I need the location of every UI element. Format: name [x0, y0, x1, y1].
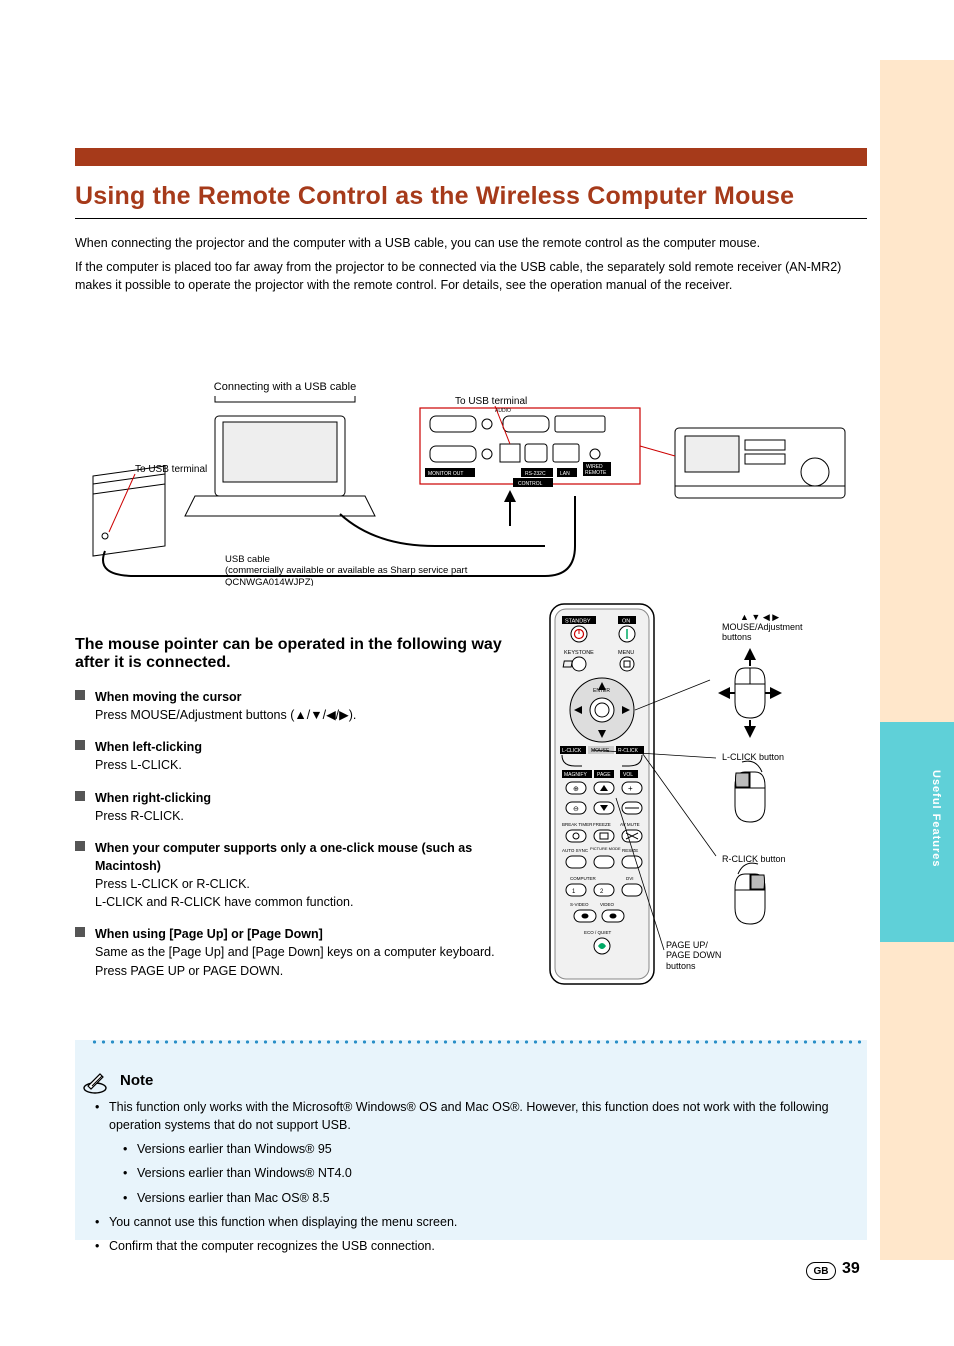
step-right-desc: Press R-CLICK. [95, 809, 184, 823]
note-dots [90, 1040, 862, 1048]
step-page-desc: Same as the [Page Up] and [Page Down] ke… [95, 945, 495, 959]
step-right-label: When right-clicking [95, 791, 211, 805]
projector-icon [675, 428, 845, 498]
svg-text:COMPUTER: COMPUTER [570, 876, 597, 881]
step-left-click: When left-clicking Press L-CLICK. [75, 738, 505, 774]
svg-text:PAGE: PAGE [597, 772, 611, 778]
side-highlight [880, 722, 954, 942]
svg-text:FREEZE: FREEZE [593, 822, 611, 827]
bullet-square-icon [75, 927, 85, 937]
side-tab [880, 60, 954, 1260]
svg-text:KEYSTONE: KEYSTONE [564, 650, 594, 656]
intro-line-2: If the computer is placed too far away f… [75, 258, 867, 294]
diagram-connecting-label: Connecting with a USB cable [214, 381, 356, 393]
svg-text:L-CLICK: L-CLICK [562, 748, 582, 754]
page-number: 39 [842, 1260, 860, 1278]
step-one-button-mouse: When your computer supports only a one-c… [75, 839, 505, 912]
operation-steps: The mouse pointer can be operated in the… [75, 636, 505, 994]
step-onebtn-desc: Press L-CLICK or R-CLICK. [95, 877, 250, 891]
svg-text:PICTURE MODE: PICTURE MODE [590, 846, 621, 851]
bullet-square-icon [75, 740, 85, 750]
svg-text:AV MUTE: AV MUTE [620, 822, 640, 827]
step-page-label: When using [Page Up] or [Page Down] [95, 927, 323, 941]
intro-line-1: When connecting the projector and the co… [75, 234, 867, 252]
svg-text:VOL: VOL [623, 772, 633, 778]
steps-header: The mouse pointer can be operated in the… [75, 636, 505, 672]
svg-text:ENTER: ENTER [593, 688, 610, 694]
svg-text:BREAK TIMER: BREAK TIMER [562, 822, 593, 827]
note-item-2: You cannot use this function when displa… [95, 1213, 847, 1231]
step-move-cursor: When moving the cursor Press MOUSE/Adjus… [75, 688, 505, 724]
svg-text:VIDEO: VIDEO [600, 902, 615, 907]
svg-text:DVI: DVI [626, 876, 634, 881]
svg-text:RESIZE: RESIZE [622, 848, 638, 853]
diagram-usb-cable-note: USB cable (commercially available or ava… [225, 554, 475, 586]
note-item-1: This function only works with the Micros… [95, 1098, 847, 1134]
svg-text:+: + [628, 784, 633, 793]
step-right-click: When right-clicking Press R-CLICK. [75, 789, 505, 825]
svg-text:⊖: ⊖ [573, 806, 579, 813]
note-item-1b: Versions earlier than Windows® NT4.0 [123, 1164, 847, 1182]
side-section-label: Useful Features [928, 770, 942, 910]
bullet-square-icon [75, 841, 85, 851]
step-page-desc2: Press PAGE UP or PAGE DOWN. [95, 964, 283, 978]
note-item-1a: Versions earlier than Windows® 95 [123, 1140, 847, 1158]
svg-text:⊕: ⊕ [573, 786, 579, 793]
bullet-square-icon [75, 791, 85, 801]
note-item-1c: Versions earlier than Mac OS® 8.5 [123, 1189, 847, 1207]
svg-text:L-CLICK button: L-CLICK button [722, 752, 784, 762]
title-underline [75, 218, 867, 219]
step-move-desc: Press MOUSE/Adjustment buttons (▲/▼/◀/▶)… [95, 708, 356, 722]
svg-text:MENU: MENU [618, 650, 634, 656]
diagram-usb-proj-label: To USB terminal [455, 396, 527, 407]
page-title: Using the Remote Control as the Wireless… [75, 182, 867, 211]
note-title: Note [120, 1072, 153, 1089]
connection-diagram: Connecting with a USB cable To USB termi… [75, 376, 867, 586]
annot-rclick: R-CLICK button [640, 750, 786, 924]
svg-text:ON: ON [622, 619, 630, 625]
svg-text:▲ ▼ ◀ ▶: ▲ ▼ ◀ ▶ [740, 612, 779, 622]
svg-text:ECO / QUIET: ECO / QUIET [584, 930, 612, 935]
step-left-label: When left-clicking [95, 740, 202, 754]
annot-mouse-buttons: ▲ ▼ ◀ ▶ MOUSE/Adjustment buttons [635, 612, 832, 738]
note-list: This function only works with the Micros… [95, 1098, 847, 1261]
svg-text:CONTROL: CONTROL [518, 481, 543, 487]
svg-text:S-VIDEO: S-VIDEO [570, 902, 589, 907]
svg-text:AUTO SYNC: AUTO SYNC [562, 848, 589, 853]
step-page-updown: When using [Page Up] or [Page Down] Same… [75, 925, 505, 979]
remote-illustration: STANDBY ON KEYSTONE MENU ENTER L-CLICK M… [540, 600, 860, 990]
page-region-badge: GB [806, 1262, 836, 1280]
section-red-bar [75, 148, 867, 166]
step-move-label: When moving the cursor [95, 690, 242, 704]
svg-text:MONITOR OUT: MONITOR OUT [428, 471, 463, 477]
step-left-desc: Press L-CLICK. [95, 758, 182, 772]
note-item-3: Confirm that the computer recognizes the… [95, 1237, 847, 1255]
step-onebtn-desc2: L-CLICK and R-CLICK have common function… [95, 895, 353, 909]
svg-text:LAN: LAN [560, 471, 570, 477]
svg-text:MAGNIFY: MAGNIFY [564, 772, 587, 778]
step-onebtn-label: When your computer supports only a one-c… [95, 841, 472, 873]
svg-text:REMOTE: REMOTE [585, 470, 607, 476]
diagram-usb-pc-label: To USB terminal [135, 464, 207, 475]
svg-text:STANDBY: STANDBY [565, 619, 591, 625]
svg-text:R-CLICK button: R-CLICK button [722, 854, 786, 864]
bullet-square-icon [75, 690, 85, 700]
intro-block: When connecting the projector and the co… [75, 234, 867, 294]
note-pencil-icon [82, 1068, 108, 1094]
svg-text:RS-232C: RS-232C [525, 471, 546, 477]
